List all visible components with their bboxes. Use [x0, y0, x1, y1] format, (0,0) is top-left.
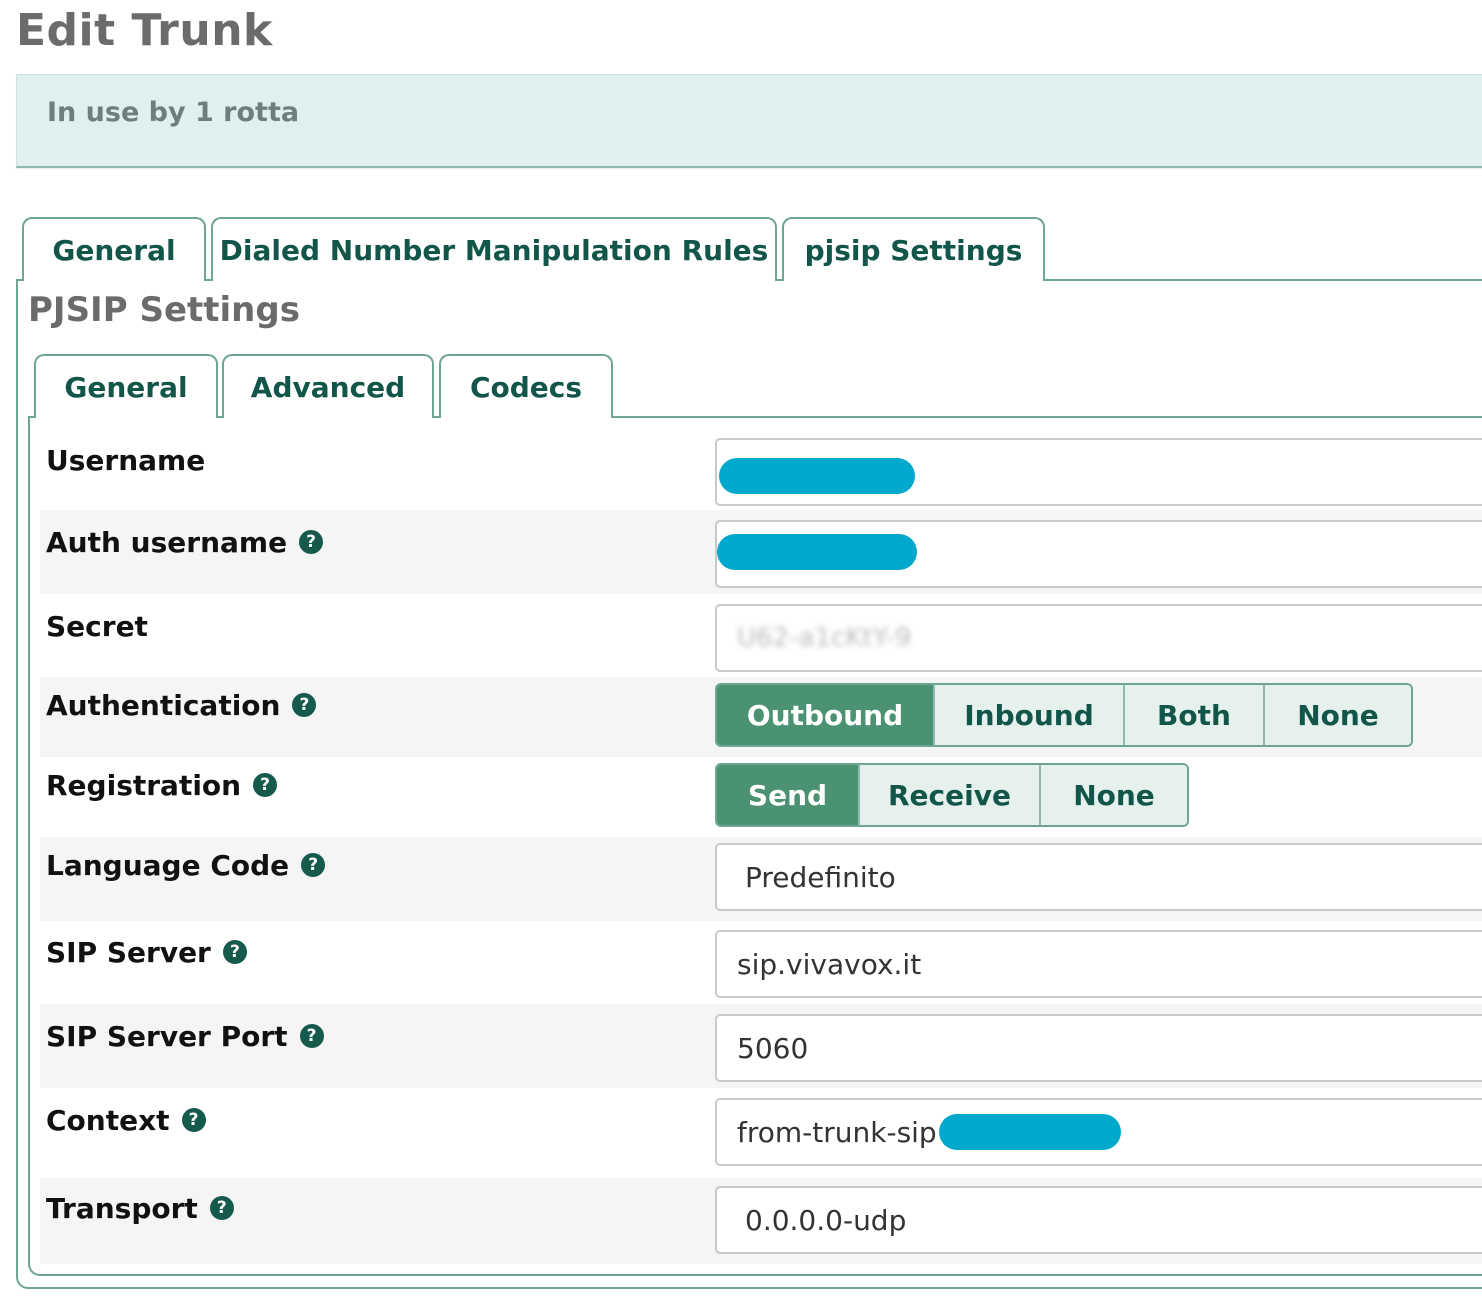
reg-receive-button[interactable]: Receive: [860, 765, 1041, 825]
username-label: Username: [46, 440, 205, 480]
sip-server-label: SIP Server ?: [46, 932, 247, 972]
authentication-toggle: Outbound Inbound Both None: [715, 683, 1413, 747]
language-code-label-text: Language Code: [46, 848, 290, 882]
username-label-text: Username: [46, 443, 206, 477]
subtab-advanced-label: Advanced: [250, 371, 406, 404]
subtab-general[interactable]: General: [34, 354, 218, 418]
transport-label-text: Transport: [46, 1191, 198, 1225]
help-icon[interactable]: ?: [222, 940, 247, 964]
auth-username-label: Auth username ?: [46, 522, 324, 562]
transport-label: Transport ?: [46, 1188, 234, 1228]
tab-dialed-number-rules-label: Dialed Number Manipulation Rules: [219, 234, 769, 267]
subtab-codecs[interactable]: Codecs: [439, 354, 613, 418]
transport-value: 0.0.0.0-udp: [745, 1203, 907, 1237]
context-value: from-trunk-sip: [737, 1115, 937, 1149]
authentication-label: Authentication ?: [46, 685, 317, 725]
registration-label: Registration ?: [46, 765, 278, 805]
secret-value: U62-a1cKtY-9: [737, 623, 912, 653]
sip-server-input[interactable]: sip.vivavox.it: [715, 930, 1482, 998]
sip-server-value: sip.vivavox.it: [737, 947, 922, 981]
auth-both-button[interactable]: Both: [1125, 685, 1265, 745]
sip-server-port-input[interactable]: 5060: [715, 1014, 1482, 1082]
authentication-label-text: Authentication: [46, 688, 281, 722]
reg-none-button[interactable]: None: [1041, 765, 1187, 825]
transport-select[interactable]: 0.0.0.0-udp: [715, 1186, 1482, 1254]
help-icon[interactable]: ?: [292, 693, 317, 717]
registration-label-text: Registration: [46, 768, 242, 802]
reg-send-button[interactable]: Send: [717, 765, 860, 825]
help-icon[interactable]: ?: [301, 853, 326, 877]
auth-username-input[interactable]: [715, 520, 1482, 588]
auth-outbound-button[interactable]: Outbound: [717, 685, 935, 745]
username-redaction: [719, 458, 915, 494]
tab-dialed-number-rules[interactable]: Dialed Number Manipulation Rules: [211, 217, 777, 281]
context-redaction: [938, 1114, 1121, 1150]
tab-pjsip-settings[interactable]: pjsip Settings: [782, 217, 1045, 281]
sip-server-port-label-text: SIP Server Port: [46, 1019, 288, 1053]
context-label: Context ?: [46, 1100, 206, 1140]
sip-server-port-label: SIP Server Port ?: [46, 1016, 324, 1056]
secret-label-text: Secret: [46, 609, 148, 643]
tab-general-label: General: [52, 234, 176, 267]
section-title: PJSIP Settings: [28, 290, 300, 330]
auth-username-redaction: [717, 534, 917, 570]
usage-info-box: In use by 1 rotta: [16, 74, 1482, 168]
subtab-codecs-label: Codecs: [469, 371, 583, 404]
help-icon[interactable]: ?: [253, 773, 278, 797]
page-title: Edit Trunk: [16, 5, 273, 56]
help-icon[interactable]: ?: [181, 1108, 206, 1132]
help-icon[interactable]: ?: [299, 530, 324, 554]
auth-inbound-button[interactable]: Inbound: [935, 685, 1125, 745]
usage-info-text: In use by 1 rotta: [47, 97, 300, 128]
secret-label: Secret: [46, 606, 148, 646]
tab-pjsip-settings-label: pjsip Settings: [804, 234, 1023, 267]
tab-general[interactable]: General: [22, 217, 206, 281]
help-icon[interactable]: ?: [299, 1024, 324, 1048]
username-input[interactable]: [715, 438, 1482, 506]
auth-none-button[interactable]: None: [1265, 685, 1411, 745]
sip-server-label-text: SIP Server: [46, 935, 211, 969]
context-label-text: Context: [46, 1103, 170, 1137]
language-code-select[interactable]: Predefinito: [715, 843, 1482, 911]
auth-username-label-text: Auth username: [46, 525, 288, 559]
secret-input[interactable]: U62-a1cKtY-9: [715, 604, 1482, 672]
context-input[interactable]: from-trunk-sip: [715, 1098, 1482, 1166]
sip-server-port-value: 5060: [737, 1031, 809, 1065]
registration-toggle: Send Receive None: [715, 763, 1189, 827]
help-icon[interactable]: ?: [209, 1196, 234, 1220]
language-code-value: Predefinito: [745, 860, 896, 894]
subtab-advanced[interactable]: Advanced: [222, 354, 434, 418]
subtab-general-label: General: [64, 371, 188, 404]
language-code-label: Language Code ?: [46, 845, 326, 885]
